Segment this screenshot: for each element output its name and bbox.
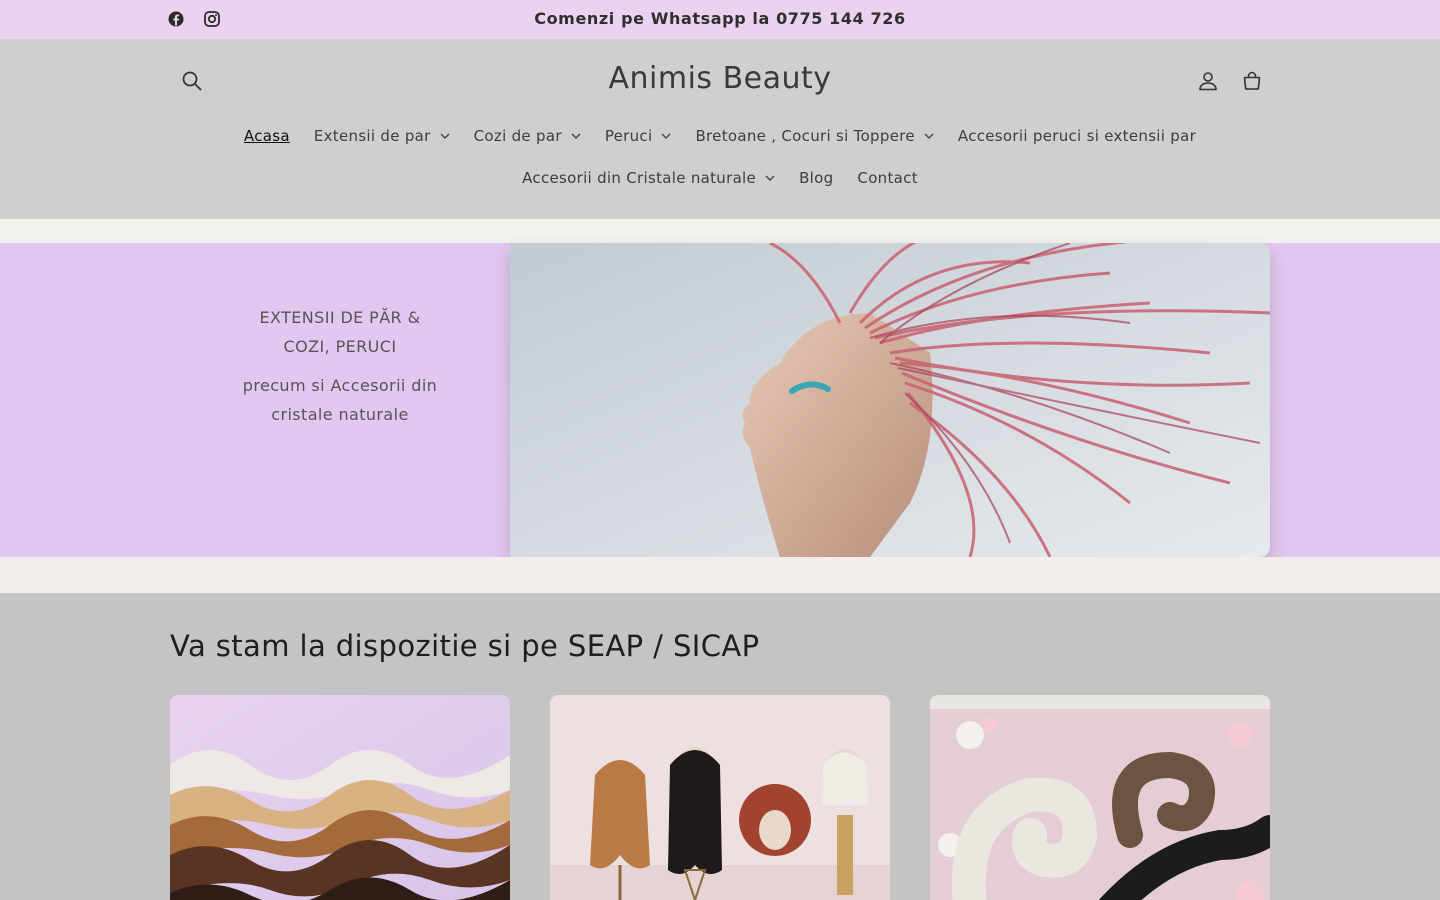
nav-item-cozi-de-par[interactable]: Cozi de par bbox=[462, 125, 593, 147]
product-card-extensions[interactable] bbox=[170, 695, 510, 900]
hero-subtitle-line-2: cristale naturale bbox=[271, 405, 409, 424]
seap-section: Va stam la dispozitie si pe SEAP / SICAP bbox=[0, 593, 1440, 900]
hero-text: EXTENSII DE PĂR & COZI, PERUCI precum si… bbox=[215, 303, 465, 429]
chevron-down-icon bbox=[661, 133, 671, 139]
nav-item-blog[interactable]: Blog bbox=[787, 167, 845, 189]
hero-subtitle-line-1: precum si Accesorii din bbox=[242, 376, 438, 395]
nav-item-acasa[interactable]: Acasa bbox=[232, 125, 302, 147]
hero-image bbox=[510, 243, 1270, 557]
chevron-down-icon bbox=[765, 175, 775, 181]
cart-icon[interactable] bbox=[1240, 69, 1264, 93]
hero-banner: EXTENSII DE PĂR & COZI, PERUCI precum si… bbox=[0, 243, 1440, 557]
product-card-ponytails[interactable] bbox=[930, 695, 1270, 900]
announcement-bar: Comenzi pe Whatsapp la 0775 144 726 bbox=[0, 0, 1440, 39]
chevron-down-icon bbox=[440, 133, 450, 139]
nav-item-accesorii-cristale[interactable]: Accesorii din Cristale naturale bbox=[510, 167, 787, 189]
divider-strip bbox=[0, 219, 1440, 243]
hero-title-line-1: EXTENSII DE PĂR & bbox=[259, 308, 421, 327]
announcement-text: Comenzi pe Whatsapp la 0775 144 726 bbox=[534, 9, 906, 28]
divider-strip-2 bbox=[0, 557, 1440, 593]
nav-item-accesorii-peruci[interactable]: Accesorii peruci si extensii par bbox=[946, 125, 1208, 147]
nav-item-contact[interactable]: Contact bbox=[845, 167, 929, 189]
nav-item-bretoane[interactable]: Bretoane , Cocuri si Toppere bbox=[683, 125, 945, 147]
site-header: Animis Beauty Acasa Extensii de par Cozi… bbox=[0, 39, 1440, 219]
hero-title-line-2: COZI, PERUCI bbox=[283, 337, 397, 356]
chevron-down-icon bbox=[924, 133, 934, 139]
main-nav-row-1: Acasa Extensii de par Cozi de par Peruci… bbox=[0, 125, 1440, 147]
product-card-wigs[interactable] bbox=[550, 695, 890, 900]
nav-item-peruci[interactable]: Peruci bbox=[593, 125, 684, 147]
section-title: Va stam la dispozitie si pe SEAP / SICAP bbox=[170, 629, 760, 663]
site-logo[interactable]: Animis Beauty bbox=[0, 61, 1440, 96]
account-icon[interactable] bbox=[1196, 69, 1220, 93]
main-nav-row-2: Accesorii din Cristale naturale Blog Con… bbox=[0, 167, 1440, 189]
nav-item-extensii-de-par[interactable]: Extensii de par bbox=[302, 125, 462, 147]
chevron-down-icon bbox=[571, 133, 581, 139]
